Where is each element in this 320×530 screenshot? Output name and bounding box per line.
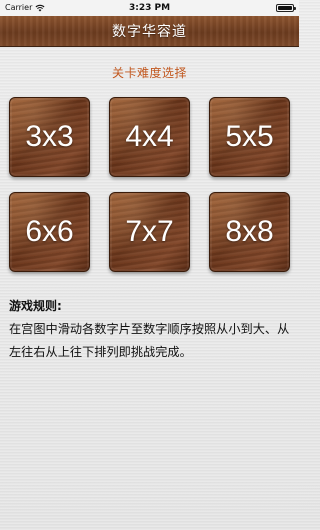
level-label: 8x8 — [225, 215, 274, 248]
status-bar: Carrier 3:23 PM — [0, 0, 299, 16]
navigation-bar: 数字华容道 — [0, 16, 299, 46]
level-label: 4x4 — [125, 120, 174, 153]
level-label: 6x6 — [25, 215, 74, 248]
level-button-8x8[interactable]: 8x8 — [209, 192, 290, 272]
level-section-title: 关卡难度选择 — [111, 66, 187, 80]
level-label: 3x3 — [25, 120, 74, 153]
level-button-4x4[interactable]: 4x4 — [109, 97, 190, 177]
level-button-6x6[interactable]: 6x6 — [9, 192, 90, 272]
level-label: 7x7 — [125, 215, 174, 248]
rules-text: 在宫图中滑动各数字片至数字顺序按照从小到大、从左往右从上往下排列即挑战完成。 — [9, 322, 290, 359]
status-time: 3:23 PM — [128, 3, 171, 13]
home-indicator — [106, 519, 194, 523]
battery-icon — [276, 4, 296, 12]
level-grid: 3x3 4x4 5x5 6x6 7x7 8x8 — [9, 97, 290, 272]
rules-title: 游戏规则: — [9, 299, 62, 313]
level-label: 5x5 — [225, 120, 274, 153]
level-button-7x7[interactable]: 7x7 — [109, 192, 190, 272]
level-button-5x5[interactable]: 5x5 — [209, 97, 290, 177]
level-button-3x3[interactable]: 3x3 — [9, 97, 90, 177]
battery-fill — [278, 6, 292, 10]
page-title: 数字华容道 — [112, 24, 187, 40]
